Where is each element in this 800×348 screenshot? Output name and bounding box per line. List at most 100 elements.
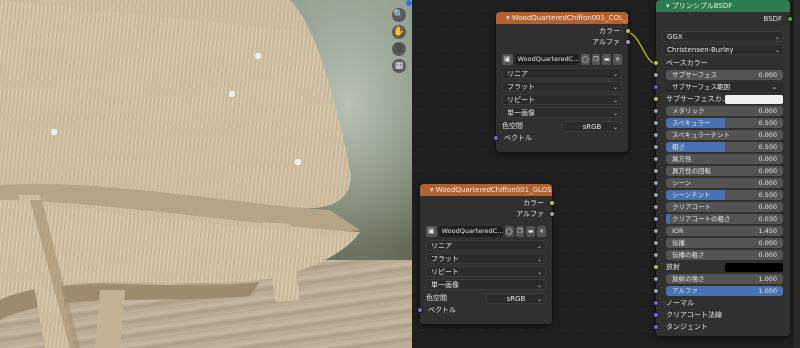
value-slider[interactable]: 伝播の粗さ 0.000 xyxy=(666,250,783,260)
value-slider[interactable]: 異方性 0.000 xyxy=(666,154,783,164)
input-alpha[interactable]: アルファ 1.000 xyxy=(653,285,783,297)
value-slider[interactable]: シーン 0.000 xyxy=(666,178,783,188)
input-socket[interactable] xyxy=(653,216,659,222)
fake-user-icon[interactable]: ◯ xyxy=(504,225,514,237)
bsdf-input-row[interactable]: スペキュラーチント 0.000 xyxy=(653,129,783,141)
projection-dropdown[interactable]: フラット ⌄ xyxy=(502,81,622,92)
value-slider[interactable]: 粗さ 0.500 xyxy=(666,142,783,152)
image-name-field[interactable]: WoodQuarteredC... xyxy=(438,225,503,237)
close-icon[interactable]: ✕ xyxy=(537,225,546,237)
output-socket-alpha[interactable] xyxy=(549,211,555,217)
grid-icon[interactable]: ▦ xyxy=(392,59,406,73)
input-socket[interactable] xyxy=(653,180,659,186)
bsdf-input-row[interactable]: スペキュラー 0.500 xyxy=(653,117,783,129)
value-slider[interactable]: メタリック 0.000 xyxy=(666,106,783,116)
image-browse-icon[interactable]: ▣ xyxy=(426,225,437,237)
value-slider[interactable]: シーンチント 0.500 xyxy=(666,190,783,200)
output-socket-color[interactable] xyxy=(549,200,555,206)
input-socket[interactable] xyxy=(653,300,659,306)
input-socket[interactable] xyxy=(653,264,659,270)
input-socket[interactable] xyxy=(653,108,659,114)
input-socket[interactable] xyxy=(653,324,659,330)
image-browse-icon[interactable]: ▣ xyxy=(502,53,513,65)
bsdf-input-row[interactable]: 異方性の回転 0.000 xyxy=(653,165,783,177)
input-socket[interactable] xyxy=(653,204,659,210)
input-socket[interactable] xyxy=(653,192,659,198)
input-subsurface[interactable]: サブサーフェス 0.000 xyxy=(653,69,783,81)
sidebar-edge[interactable] xyxy=(794,0,800,348)
image-name-field[interactable]: WoodQuarteredC... xyxy=(514,53,579,65)
input-socket-base-color[interactable] xyxy=(653,60,659,66)
bsdf-input-row[interactable]: シーンチント 0.500 xyxy=(653,189,783,201)
slider-value: 0.000 xyxy=(758,239,777,247)
close-icon[interactable]: ✕ xyxy=(613,53,622,65)
value-slider[interactable]: 伝播 0.000 xyxy=(666,238,783,248)
input-socket[interactable] xyxy=(653,132,659,138)
bsdf-input-row[interactable]: 伝播 0.000 xyxy=(653,237,783,249)
input-emission-strength[interactable]: 放射の強さ 1.000 xyxy=(653,273,783,285)
value-slider[interactable]: クリアコートの粗さ 0.030 xyxy=(666,214,783,224)
input-socket[interactable] xyxy=(653,276,659,282)
output-socket-bsdf[interactable] xyxy=(787,16,793,22)
image-texture-node-gloss[interactable]: ▾ WoodQuarteredChiffon001_GLOSS_3K.j... … xyxy=(417,184,555,324)
bsdf-input-row[interactable]: クリアコートの粗さ 0.030 xyxy=(653,213,783,225)
input-socket[interactable] xyxy=(653,240,659,246)
output-socket-alpha[interactable] xyxy=(625,39,631,45)
principled-bsdf-node[interactable]: ▾ プリンシプルBSDF BSDF GGX ⌄ Christensen-Burle… xyxy=(653,0,793,336)
input-socket[interactable] xyxy=(653,96,659,102)
input-socket[interactable] xyxy=(653,144,659,150)
input-socket[interactable] xyxy=(653,168,659,174)
node-editor[interactable]: ▾ WoodQuarteredChiffon001_COL_3K.jpg カラー… xyxy=(412,0,800,348)
input-socket[interactable] xyxy=(653,84,659,90)
input-subsurface-radius[interactable]: サブサーフェス範囲 ⌄ xyxy=(653,81,783,93)
value-slider[interactable]: 異方性の回転 0.000 xyxy=(666,166,783,176)
color-swatch-black[interactable] xyxy=(725,263,783,272)
source-dropdown[interactable]: 単一画像 ⌄ xyxy=(426,279,546,290)
colorspace-dropdown[interactable]: sRGB ⌄ xyxy=(486,292,546,304)
duplicate-icon[interactable]: ❐ xyxy=(515,225,525,237)
input-socket[interactable] xyxy=(653,156,659,162)
input-socket-vector[interactable] xyxy=(493,135,499,141)
projection-dropdown[interactable]: フラット ⌄ xyxy=(426,253,546,264)
input-socket[interactable] xyxy=(653,72,659,78)
value-slider[interactable]: IOR 1.450 xyxy=(666,226,783,236)
duplicate-icon[interactable]: ❐ xyxy=(591,53,601,65)
bsdf-input-row[interactable]: メタリック 0.000 xyxy=(653,105,783,117)
value-slider[interactable]: スペキュラーチント 0.000 xyxy=(666,130,783,140)
input-socket[interactable] xyxy=(653,228,659,234)
node-title[interactable]: ▾ WoodQuarteredChiffon001_GLOSS_3K.j... xyxy=(420,184,552,196)
camera-icon[interactable]: 🎥 xyxy=(392,42,406,56)
input-socket[interactable] xyxy=(653,288,659,294)
input-socket[interactable] xyxy=(653,312,659,318)
bsdf-input-row[interactable]: 粗さ 0.500 xyxy=(653,141,783,153)
distribution-dropdown[interactable]: GGX ⌄ xyxy=(662,31,784,42)
image-texture-node-color[interactable]: ▾ WoodQuarteredChiffon001_COL_3K.jpg カラー… xyxy=(493,12,631,152)
interpolation-dropdown[interactable]: リニア ⌄ xyxy=(502,68,622,79)
input-socket[interactable] xyxy=(653,120,659,126)
subsurface-method-dropdown[interactable]: Christensen-Burley ⌄ xyxy=(662,44,784,55)
input-socket[interactable] xyxy=(653,252,659,258)
colorspace-dropdown[interactable]: sRGB ⌄ xyxy=(562,120,622,132)
node-title[interactable]: ▾ WoodQuarteredChiffon001_COL_3K.jpg xyxy=(496,12,628,24)
bsdf-input-row[interactable]: 異方性 0.000 xyxy=(653,153,783,165)
open-folder-icon[interactable]: ▬ xyxy=(526,225,536,237)
extension-dropdown[interactable]: リピート ⌄ xyxy=(502,94,622,105)
hand-icon[interactable]: ✋ xyxy=(392,25,406,39)
interpolation-dropdown[interactable]: リニア ⌄ xyxy=(426,240,546,251)
3d-viewport[interactable]: 🔍 ✋ 🎥 ▦ xyxy=(0,0,412,348)
zoom-icon[interactable]: 🔍 xyxy=(392,8,406,22)
open-folder-icon[interactable]: ▬ xyxy=(602,53,612,65)
bsdf-input-row[interactable]: クリアコート 0.000 xyxy=(653,201,783,213)
extension-dropdown[interactable]: リピート ⌄ xyxy=(426,266,546,277)
value-slider[interactable]: スペキュラー 0.500 xyxy=(666,118,783,128)
color-swatch-white[interactable] xyxy=(725,95,783,104)
bsdf-input-row[interactable]: 伝播の粗さ 0.000 xyxy=(653,249,783,261)
node-title[interactable]: ▾ プリンシプルBSDF xyxy=(656,0,790,12)
value-slider[interactable]: クリアコート 0.000 xyxy=(666,202,783,212)
bsdf-input-row[interactable]: IOR 1.450 xyxy=(653,225,783,237)
source-dropdown[interactable]: 単一画像 ⌄ xyxy=(502,107,622,118)
input-socket-vector[interactable] xyxy=(417,307,423,313)
fake-user-icon[interactable]: ◯ xyxy=(580,53,590,65)
bsdf-input-row[interactable]: シーン 0.000 xyxy=(653,177,783,189)
output-socket-color[interactable] xyxy=(625,28,631,34)
